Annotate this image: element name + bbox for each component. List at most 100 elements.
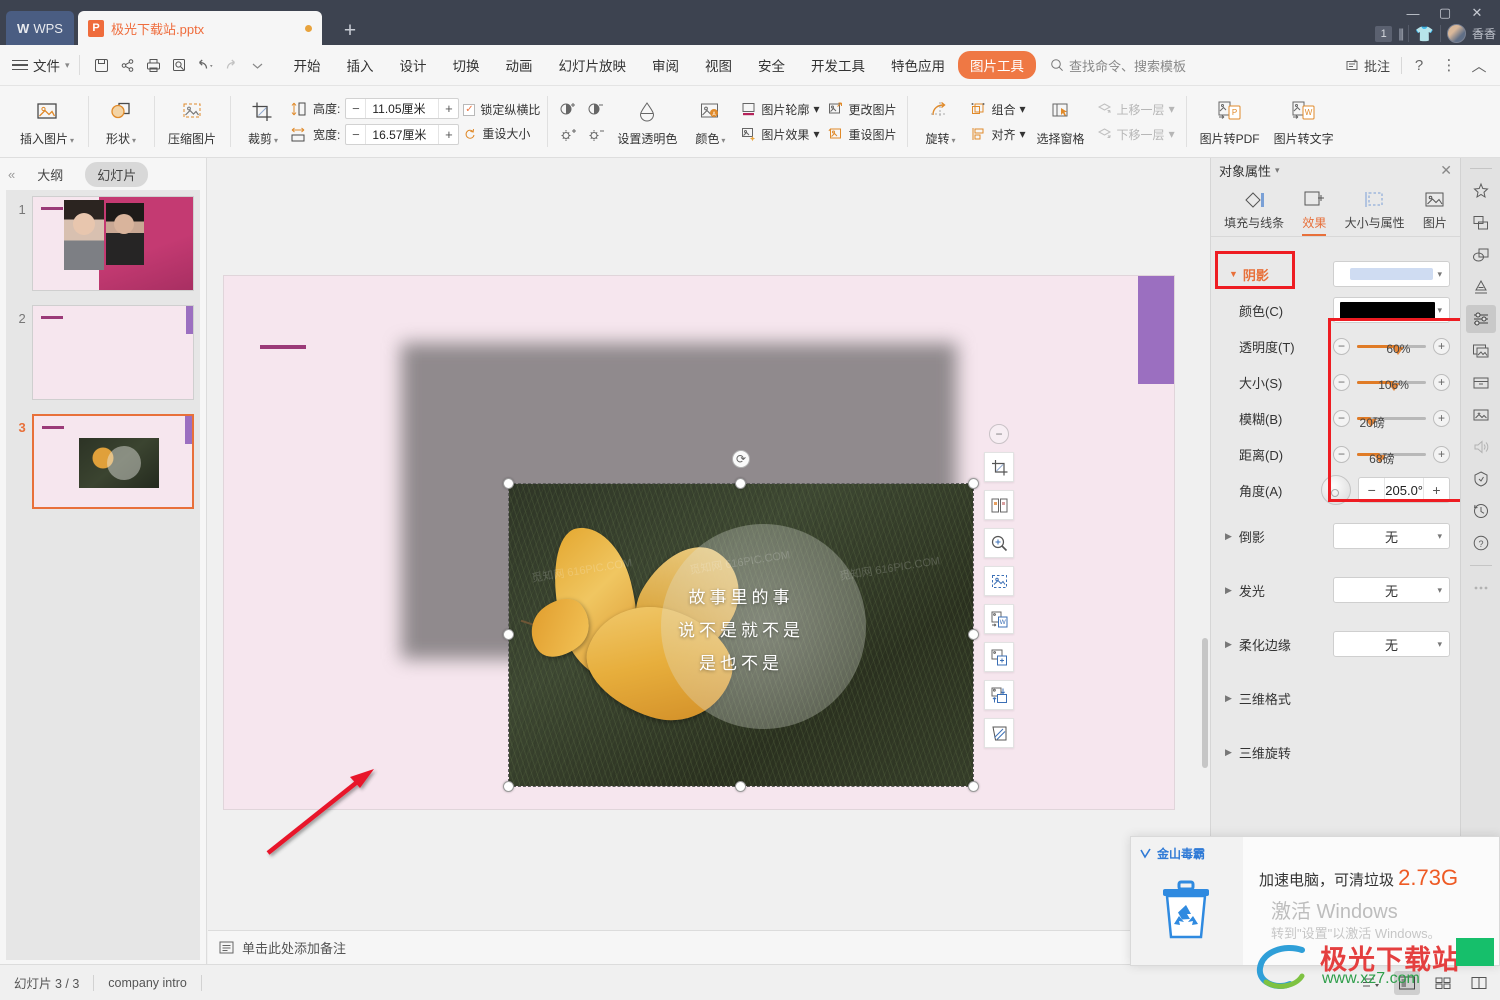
tab-animations[interactable]: 动画 (493, 51, 546, 79)
group-button[interactable]: 组合▾ (966, 99, 1029, 120)
glow-dropdown[interactable]: 无 ▾ (1333, 577, 1450, 603)
soft-edges-section-toggle[interactable]: ▶ 柔化边缘 (1221, 635, 1333, 654)
decrease-contrast-icon[interactable] (585, 99, 607, 119)
soft-edges-dropdown[interactable]: 无 ▾ (1333, 631, 1450, 657)
picture-to-pdf-button[interactable]: P 图片转PDF (1193, 94, 1267, 150)
collapse-panel-icon[interactable]: « (8, 167, 15, 182)
bring-forward-button[interactable]: 上移一层▾ (1092, 99, 1179, 120)
box-icon[interactable] (1466, 369, 1496, 397)
compress-picture-button[interactable]: 压缩图片 (161, 94, 223, 150)
shape-button[interactable]: 形状▾ (95, 94, 147, 150)
slide-thumbnail-1[interactable] (32, 196, 194, 291)
size-decrease-button[interactable]: − (1333, 374, 1350, 391)
thumbnail-list[interactable]: 1 2 3 (6, 190, 200, 960)
resize-handle-w[interactable] (503, 629, 514, 640)
notes-pane[interactable]: 单击此处添加备注 (208, 930, 1210, 964)
transparency-slider[interactable]: − 60% + (1333, 330, 1450, 362)
collapse-ribbon-icon[interactable]: ︿ (1466, 53, 1492, 77)
shadow-preset-dropdown[interactable]: ▾ (1333, 261, 1450, 287)
minimize-button[interactable]: — (1398, 2, 1428, 24)
list-item[interactable]: 3 (6, 414, 194, 509)
list-item[interactable]: 1 (6, 196, 194, 291)
slider-track[interactable]: 60% (1357, 345, 1426, 348)
shapes-icon[interactable] (1466, 241, 1496, 269)
width-decrease-button[interactable]: − (346, 125, 366, 144)
crop-icon[interactable] (984, 452, 1014, 482)
width-value[interactable]: 16.57厘米 (366, 126, 438, 143)
angle-value[interactable]: 205.0° (1385, 483, 1423, 498)
tab-developer[interactable]: 开发工具 (798, 51, 878, 79)
distance-slider[interactable]: − 68磅 + (1333, 438, 1450, 470)
crop-button[interactable]: 裁剪▾ (237, 94, 289, 150)
maximize-button[interactable]: ▢ (1430, 2, 1460, 24)
add-picture-icon[interactable] (984, 642, 1014, 672)
print-preview-icon[interactable] (167, 52, 193, 78)
resize-handle-s[interactable] (735, 781, 746, 792)
slide-thumbnail-2[interactable] (32, 305, 194, 400)
shadow-section-toggle[interactable]: ▼ 阴影 (1221, 265, 1333, 284)
tab-security[interactable]: 安全 (745, 51, 798, 79)
angle-decrease-button[interactable]: − (1359, 478, 1385, 502)
properties-icon[interactable] (1466, 305, 1496, 333)
tab-slides[interactable]: 幻灯片 (85, 162, 148, 187)
tab-outline[interactable]: 大纲 (25, 162, 75, 187)
help-icon[interactable]: ? (1406, 53, 1432, 77)
angle-increase-button[interactable]: + (1423, 478, 1449, 502)
tab-picture[interactable]: 图片 (1419, 186, 1451, 236)
skin-theme-icon[interactable]: 👕 (1415, 25, 1434, 43)
glow-section-toggle[interactable]: ▶ 发光 (1221, 581, 1333, 600)
picture-style-icon[interactable] (984, 718, 1014, 748)
change-picture-button[interactable]: 更改图片 (823, 99, 900, 120)
tab-slideshow[interactable]: 幻灯片放映 (546, 51, 640, 79)
comment-button[interactable]: 批注 (1337, 53, 1397, 78)
more-icon[interactable] (1466, 574, 1496, 602)
width-increase-button[interactable]: + (438, 125, 458, 144)
3d-rotation-section-toggle[interactable]: ▶ 三维旋转 (1221, 743, 1333, 762)
color-button[interactable]: A 颜色▾ (684, 94, 736, 150)
undo-icon[interactable] (193, 52, 219, 78)
blur-decrease-button[interactable]: − (1333, 410, 1350, 427)
resize-handle-sw[interactable] (503, 781, 514, 792)
transparency-increase-button[interactable]: + (1433, 338, 1450, 355)
rotation-handle[interactable]: ⟳ (732, 450, 750, 468)
3d-format-section-toggle[interactable]: ▶ 三维格式 (1221, 689, 1333, 708)
vertical-scrollbar[interactable] (1202, 638, 1208, 768)
tab-effects[interactable]: 效果 (1298, 186, 1330, 236)
save-icon[interactable] (89, 52, 115, 78)
collapse-toolbar-button[interactable]: − (989, 424, 1009, 444)
picture-effects-button[interactable]: 图片效果▾ (736, 124, 823, 145)
avatar[interactable] (1447, 24, 1466, 43)
increase-brightness-icon[interactable] (557, 125, 579, 145)
size-slider[interactable]: − 106% + (1333, 366, 1450, 398)
select-picture-icon[interactable] (984, 566, 1014, 596)
transparency-decrease-button[interactable]: − (1333, 338, 1350, 355)
picture-insert-icon[interactable] (1466, 401, 1496, 429)
new-tab-button[interactable]: + (336, 18, 364, 44)
image-library-icon[interactable] (1466, 337, 1496, 365)
close-icon[interactable]: ✕ (1440, 162, 1452, 179)
tab-review[interactable]: 审阅 (639, 51, 692, 79)
set-transparent-color-button[interactable]: 设置透明色 (610, 94, 684, 150)
list-item[interactable]: 2 (6, 305, 194, 400)
resize-handle-nw[interactable] (503, 478, 514, 489)
tab-size-properties[interactable]: 大小与属性 (1341, 186, 1409, 236)
resize-handle-se[interactable] (968, 781, 979, 792)
resize-handle-ne[interactable] (968, 478, 979, 489)
reflection-dropdown[interactable]: 无 ▾ (1333, 523, 1450, 549)
increase-contrast-icon[interactable] (557, 99, 579, 119)
send-backward-button[interactable]: 下移一层▾ (1092, 124, 1179, 145)
document-tab[interactable]: P 极光下载站.pptx (78, 11, 322, 45)
slide-thumbnail-3[interactable] (32, 414, 194, 509)
tab-view[interactable]: 视图 (692, 51, 745, 79)
reset-size-button[interactable]: 重设大小 (463, 125, 540, 142)
compare-icon[interactable] (984, 490, 1014, 520)
badge-icon[interactable] (1466, 465, 1496, 493)
insert-picture-button[interactable]: 插入图片▾ (13, 94, 81, 150)
history-icon[interactable] (1466, 497, 1496, 525)
more-options-icon[interactable]: ⋮ (1436, 53, 1462, 77)
slide-canvas[interactable]: 觅知网 616PIC.COM 觅知网 616PIC.COM 觅知网 616PIC… (224, 276, 1174, 809)
theme-name[interactable]: company intro (94, 976, 201, 990)
tab-fill-line[interactable]: 填充与线条 (1220, 186, 1288, 236)
height-increase-button[interactable]: + (438, 99, 458, 118)
share-icon[interactable] (115, 52, 141, 78)
